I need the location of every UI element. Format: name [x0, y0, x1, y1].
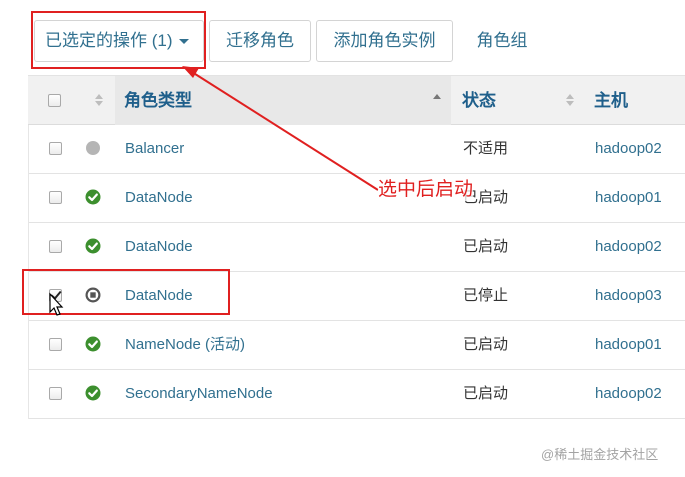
- watermark: @稀土掘金技术社区: [541, 447, 659, 462]
- mouse-cursor-icon: [49, 292, 64, 316]
